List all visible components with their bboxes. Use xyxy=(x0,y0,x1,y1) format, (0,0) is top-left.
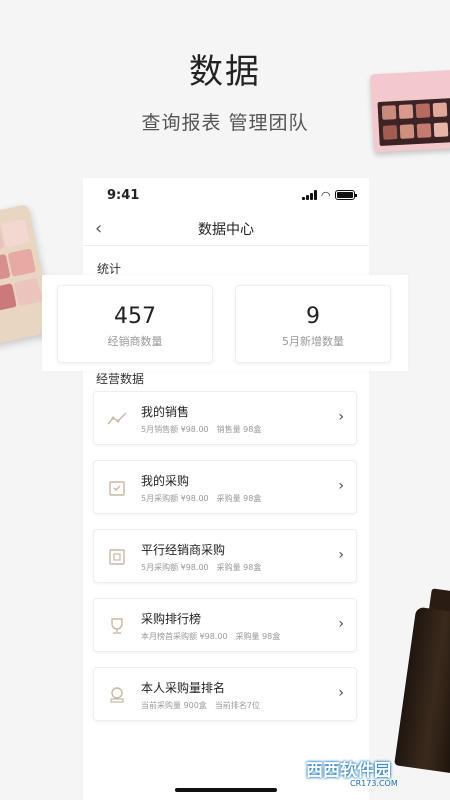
chevron-right-icon: › xyxy=(338,478,344,494)
my-sales-item[interactable]: 我的销售 5月销售额 ¥98.00 销售量 98盒 › xyxy=(93,391,357,445)
op-subtitle: 5月销售额 ¥98.00 销售量 98盒 xyxy=(141,425,262,434)
dealer-count-card[interactable]: 457 经销商数量 xyxy=(57,285,213,363)
signal-icon xyxy=(301,190,317,200)
op-title: 平行经销商采购 xyxy=(141,543,226,557)
parallel-dealer-purchase-item[interactable]: 平行经销商采购 5月采购额 ¥98.00 采购量 98盒 › xyxy=(93,529,357,583)
status-time: 9:41 xyxy=(107,187,140,203)
op-title: 本人采购量排名 xyxy=(141,681,226,695)
eyeshadow-palette-image xyxy=(370,69,450,153)
page-title: 数据中心 xyxy=(198,221,254,238)
op-subtitle: 当前采购量 900盒 当前排名7位 xyxy=(141,701,260,710)
ops-section-label: 经营数据 xyxy=(96,372,145,386)
chevron-right-icon: › xyxy=(338,409,344,425)
my-purchase-item[interactable]: 我的采购 5月采购额 ¥98.00 采购量 98盒 › xyxy=(93,460,357,514)
op-title: 我的销售 xyxy=(141,405,190,419)
nav-bar: ‹ 数据中心 xyxy=(83,212,369,246)
stats-panel: 457 经销商数量 9 5月新增数量 xyxy=(42,275,408,371)
status-bar: 9:41 ◠ xyxy=(83,178,369,212)
new-count-card[interactable]: 9 5月新增数量 xyxy=(235,285,391,363)
new-count-value: 9 xyxy=(306,304,320,329)
site-watermark: 西西软件园 CR173.COM xyxy=(306,761,398,788)
op-title: 采购排行榜 xyxy=(141,612,202,626)
chevron-right-icon: › xyxy=(338,685,344,701)
op-subtitle: 5月采购额 ¥98.00 采购量 98盒 xyxy=(141,563,262,572)
dealer-count-label: 经销商数量 xyxy=(107,335,163,348)
battery-icon xyxy=(335,190,357,200)
medal-icon xyxy=(106,684,128,706)
op-subtitle: 5月采购额 ¥98.00 采购量 98盒 xyxy=(141,494,262,503)
op-title: 我的采购 xyxy=(141,474,190,488)
wifi-icon: ◠ xyxy=(321,188,330,202)
trend-icon xyxy=(106,408,128,430)
serum-bottle-image xyxy=(394,606,450,774)
chevron-right-icon: › xyxy=(338,616,344,632)
home-indicator xyxy=(175,788,277,792)
purchase-ranking-item[interactable]: 采购排行榜 本月榜首采购额 ¥98.00 采购量 98盒 › xyxy=(93,598,357,652)
back-chevron-icon[interactable]: ‹ xyxy=(95,218,102,239)
my-purchase-rank-item[interactable]: 本人采购量排名 当前采购量 900盒 当前排名7位 › xyxy=(93,667,357,721)
chevron-right-icon: › xyxy=(338,547,344,563)
dealer-count-value: 457 xyxy=(114,304,156,329)
new-count-label: 5月新增数量 xyxy=(282,335,344,348)
purchase-icon xyxy=(106,477,128,499)
trophy-icon xyxy=(106,615,128,637)
parallel-purchase-icon xyxy=(106,546,128,568)
op-subtitle: 本月榜首采购额 ¥98.00 采购量 98盒 xyxy=(141,632,281,641)
